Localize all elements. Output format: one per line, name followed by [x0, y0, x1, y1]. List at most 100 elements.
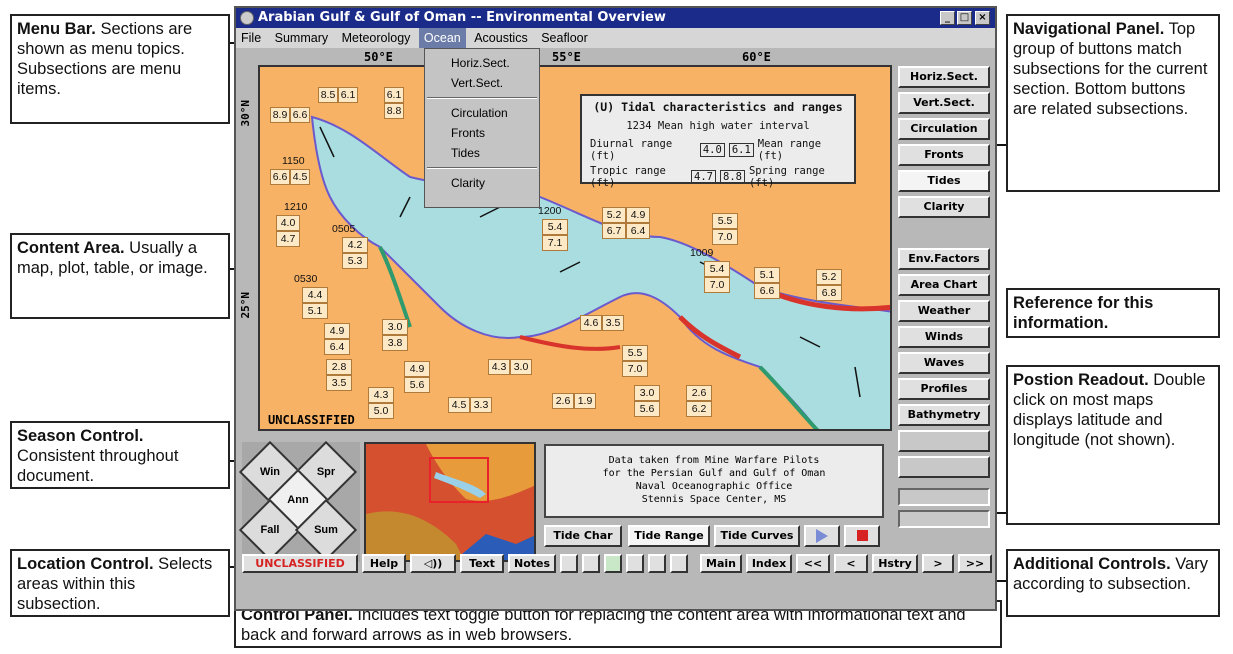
- station-value: 4.5: [448, 397, 470, 413]
- menu-ocean[interactable]: Ocean: [418, 28, 466, 48]
- help-button[interactable]: Help: [362, 554, 406, 573]
- text-toggle-button[interactable]: Text: [460, 554, 504, 573]
- empty-slot-button[interactable]: [582, 554, 600, 573]
- station-value: 4.5: [290, 169, 310, 185]
- station-value: 6.2: [686, 401, 712, 417]
- nav-blank-button[interactable]: [898, 456, 990, 478]
- station-value: 6.8: [816, 285, 842, 301]
- nav-env-factors[interactable]: Env.Factors: [898, 248, 990, 270]
- menu-seafloor[interactable]: Seafloor: [536, 28, 593, 48]
- menu-item-clarity[interactable]: Clarity: [425, 173, 539, 193]
- tide-legend-box: (U) Tidal characteristics and ranges 123…: [580, 94, 856, 189]
- tide-legend-value: 8.8: [720, 170, 745, 184]
- history-button[interactable]: Hstry: [872, 554, 918, 573]
- menu-file[interactable]: File: [236, 28, 266, 48]
- nav-profiles[interactable]: Profiles: [898, 378, 990, 400]
- play-button[interactable]: [804, 525, 840, 547]
- last-page-button[interactable]: >>: [958, 554, 992, 573]
- station-value: 3.8: [382, 335, 408, 351]
- station-value: 2.8: [326, 359, 352, 375]
- nav-winds[interactable]: Winds: [898, 326, 990, 348]
- station-hwi: 1200: [538, 205, 562, 217]
- ocean-dropdown-menu: Horiz.Sect. Vert.Sect. Circulation Front…: [424, 48, 540, 208]
- nav-weather[interactable]: Weather: [898, 300, 990, 322]
- nav-waves[interactable]: Waves: [898, 352, 990, 374]
- menu-item-fronts[interactable]: Fronts: [425, 123, 539, 143]
- station-value: 7.0: [704, 277, 730, 293]
- tide-char-button[interactable]: Tide Char: [544, 525, 622, 547]
- empty-slot-button[interactable]: [648, 554, 666, 573]
- maximize-button[interactable]: □: [957, 11, 972, 25]
- close-button[interactable]: ×: [975, 11, 990, 25]
- station-value: 6.6: [270, 169, 290, 185]
- empty-slot-button[interactable]: [670, 554, 688, 573]
- index-button[interactable]: Index: [746, 554, 792, 573]
- position-readout-longitude: [898, 510, 990, 528]
- tide-legend-value: 4.7: [691, 170, 716, 184]
- callout-title: Location Control.: [17, 555, 154, 573]
- station-value: 5.4: [542, 219, 568, 235]
- longitude-label: 50°E: [364, 50, 393, 64]
- callout-title: Navigational Panel.: [1013, 20, 1165, 38]
- location-control-minimap[interactable]: [364, 442, 536, 562]
- minimize-button[interactable]: _: [940, 11, 955, 25]
- latitude-label: 30°N: [239, 100, 252, 127]
- position-readout-latitude: [898, 488, 990, 506]
- callout-position-readout: Postion Readout. Double click on most ma…: [1006, 365, 1220, 525]
- menu-item-vert-sect[interactable]: Vert.Sect.: [425, 73, 539, 93]
- longitude-label: 55°E: [552, 50, 581, 64]
- menu-meteorology[interactable]: Meteorology: [337, 28, 416, 48]
- season-label: Win: [259, 466, 281, 478]
- nav-horiz-sect[interactable]: Horiz.Sect.: [898, 66, 990, 88]
- nav-area-chart[interactable]: Area Chart: [898, 274, 990, 296]
- station-value: 3.5: [326, 375, 352, 391]
- callout-menu-bar: Menu Bar. Sections are shown as menu top…: [10, 14, 230, 124]
- nav-bathymetry[interactable]: Bathymetry: [898, 404, 990, 426]
- back-button[interactable]: <: [834, 554, 868, 573]
- tide-curves-button[interactable]: Tide Curves: [714, 525, 800, 547]
- season-label: Spr: [316, 466, 336, 478]
- station-hwi: 1009: [690, 247, 714, 259]
- empty-slot-button[interactable]: [604, 554, 622, 573]
- longitude-label: 60°E: [742, 50, 771, 64]
- nav-blank-button[interactable]: [898, 430, 990, 452]
- first-page-button[interactable]: <<: [796, 554, 830, 573]
- nav-circulation[interactable]: Circulation: [898, 118, 990, 140]
- station-value: 6.4: [324, 339, 350, 355]
- station-value: 5.2: [816, 269, 842, 285]
- station-value: 5.4: [704, 261, 730, 277]
- sound-button[interactable]: ◁)): [410, 554, 456, 573]
- station-value: 4.6: [580, 315, 602, 331]
- station-value: 6.4: [626, 223, 650, 239]
- main-button[interactable]: Main: [700, 554, 742, 573]
- station-value: 5.6: [634, 401, 660, 417]
- nav-clarity[interactable]: Clarity: [898, 196, 990, 218]
- nav-tides[interactable]: Tides: [898, 170, 990, 192]
- app-icon: [240, 11, 254, 25]
- station-value: 5.2: [602, 207, 626, 223]
- station-value: 2.6: [552, 393, 574, 409]
- station-value: 4.7: [276, 231, 300, 247]
- tide-range-button[interactable]: Tide Range: [628, 525, 710, 547]
- notes-button[interactable]: Notes: [508, 554, 556, 573]
- season-label: Fall: [260, 524, 280, 536]
- station-hwi: 1150: [282, 155, 305, 167]
- station-value: 2.6: [686, 385, 712, 401]
- menu-item-tides[interactable]: Tides: [425, 143, 539, 163]
- station-value: 4.9: [404, 361, 430, 377]
- empty-slot-button[interactable]: [626, 554, 644, 573]
- stop-button[interactable]: [844, 525, 880, 547]
- menu-acoustics[interactable]: Acoustics: [469, 28, 533, 48]
- tide-legend-title: (U) Tidal characteristics and ranges: [593, 100, 843, 114]
- reference-line: for the Persian Gulf and Gulf of Oman: [602, 468, 826, 479]
- menu-item-circulation[interactable]: Circulation: [425, 103, 539, 123]
- menu-summary[interactable]: Summary: [270, 28, 333, 48]
- callout-title: Postion Readout.: [1013, 371, 1149, 389]
- nav-fronts[interactable]: Fronts: [898, 144, 990, 166]
- nav-vert-sect[interactable]: Vert.Sect.: [898, 92, 990, 114]
- menu-item-horiz-sect[interactable]: Horiz.Sect.: [425, 53, 539, 73]
- forward-button[interactable]: >: [922, 554, 954, 573]
- location-map-image: [366, 444, 534, 560]
- reference-line: Stennis Space Center, MS: [641, 494, 787, 505]
- empty-slot-button[interactable]: [560, 554, 578, 573]
